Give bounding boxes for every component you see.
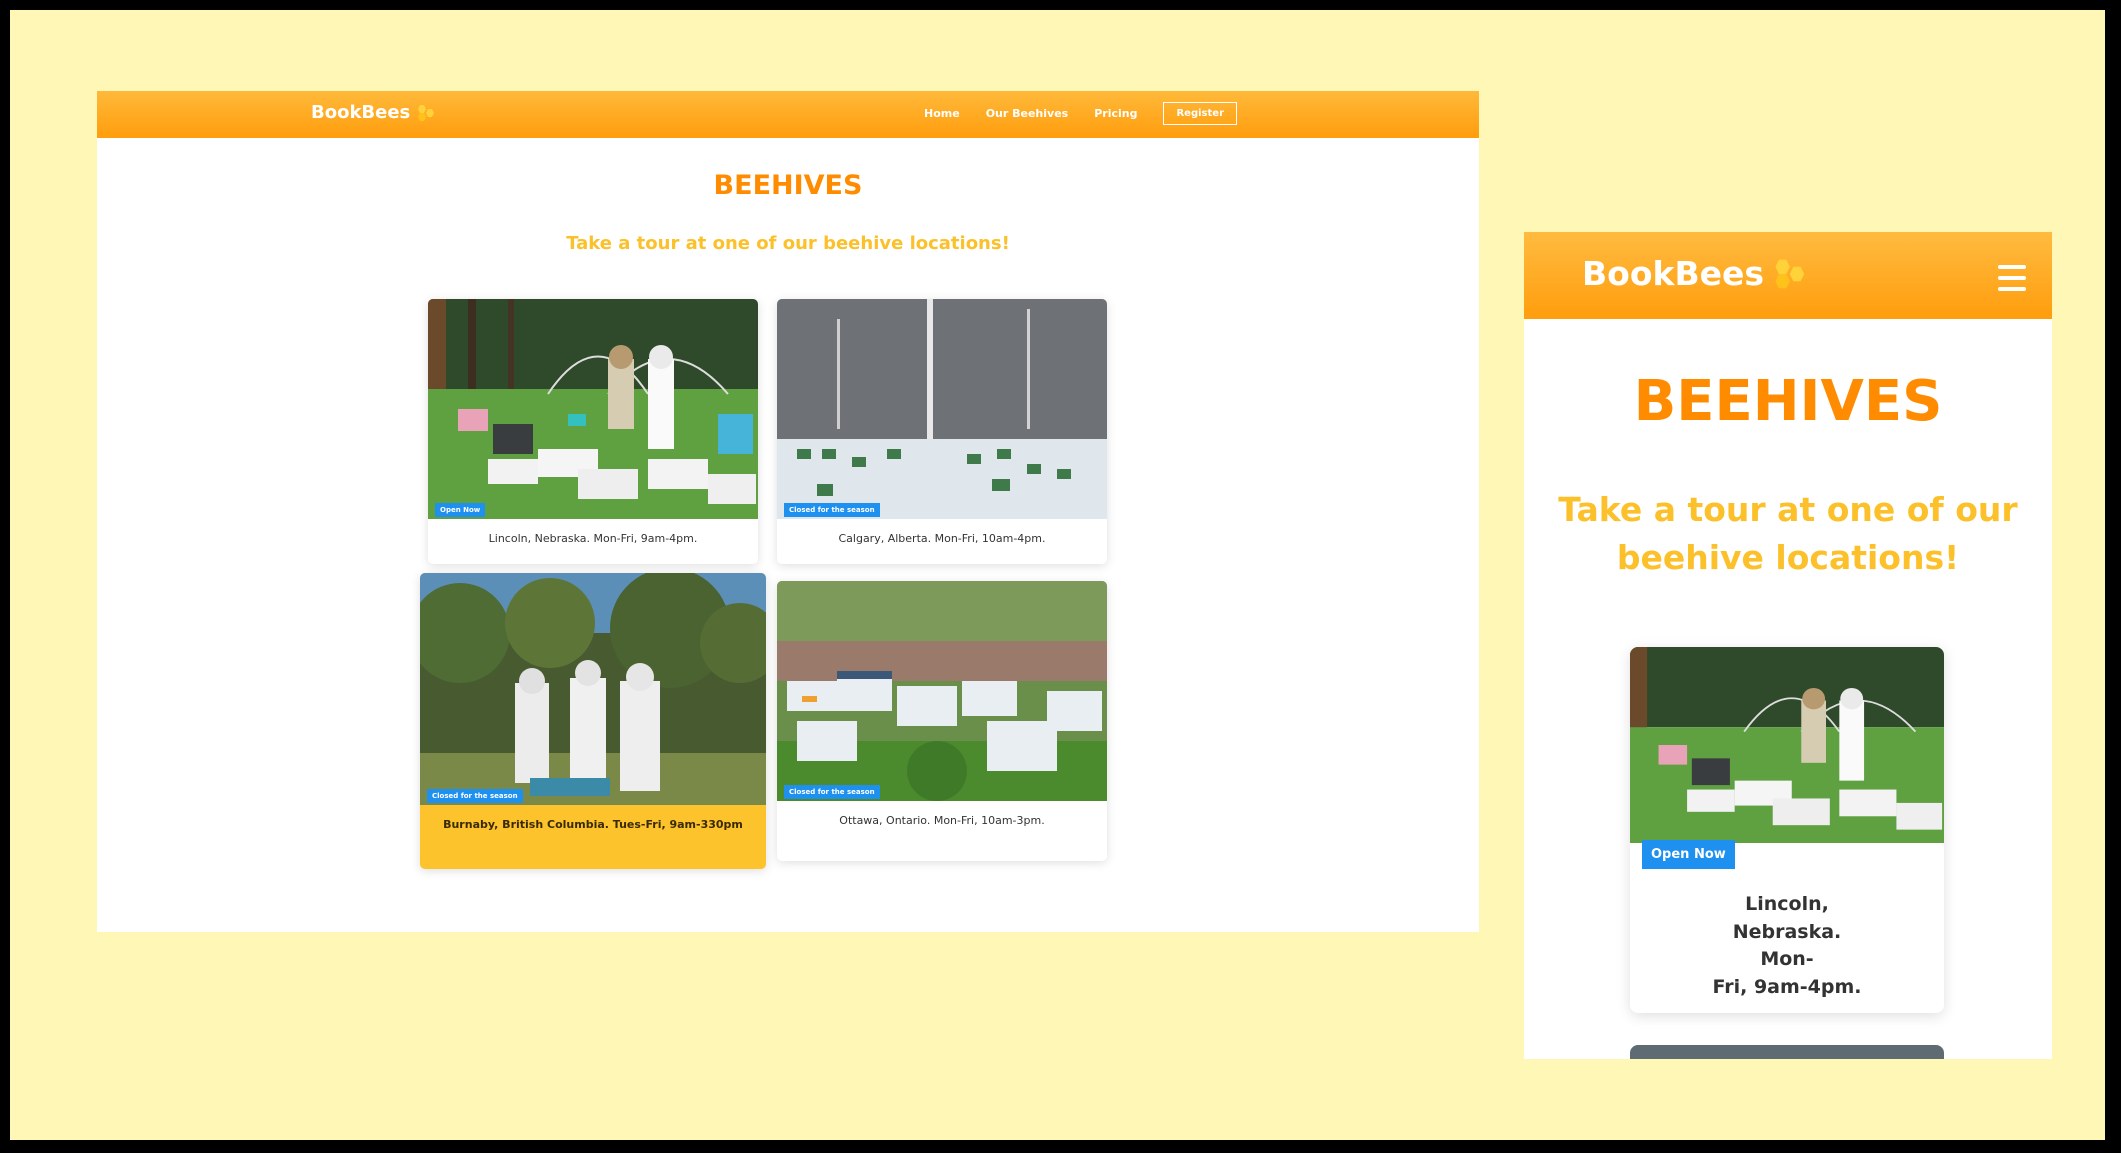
location-photo-lincoln: Open Now — [1630, 647, 1944, 869]
location-photo-calgary: Closed for the season — [777, 299, 1107, 519]
location-caption: Lincoln, Nebraska. Mon-Fri, 9am-4pm. — [488, 532, 698, 545]
location-card-lincoln[interactable]: Open Now Lincoln, Nebraska. Mon- Fri, 9a… — [1630, 647, 1944, 1013]
caption-line: Nebraska. Mon- — [1732, 920, 1842, 971]
nav-links: Home Our Beehives Pricing Register — [924, 102, 1237, 125]
brand-logo[interactable]: BookBees — [311, 102, 436, 123]
brand-name: BookBees — [311, 102, 411, 123]
caption-line: Lincoln, — [1745, 893, 1829, 915]
register-button[interactable]: Register — [1163, 102, 1237, 125]
status-badge: Open Now — [435, 503, 486, 517]
location-card-calgary-partial[interactable] — [1630, 1045, 1944, 1059]
page-subtitle: Take a tour at one of our beehive locati… — [1558, 490, 2018, 577]
navbar: BookBees Home Our Beehives Pricing Regis… — [97, 91, 1479, 138]
location-card-lincoln[interactable]: Open Now Lincoln, Nebraska. Mon-Fri, 9am… — [428, 299, 758, 564]
desktop-viewport: BookBees Home Our Beehives Pricing Regis… — [97, 91, 1479, 932]
page-title: BEEHIVES — [1633, 369, 1943, 434]
hamburger-menu-icon[interactable] — [1998, 265, 2026, 291]
location-card-burnaby[interactable]: Closed for the season Burnaby, British C… — [420, 573, 766, 869]
honeycomb-icon — [1775, 259, 1805, 288]
location-caption: Burnaby, British Columbia. Tues-Fri, 9am… — [443, 818, 743, 831]
presentation-backdrop: BookBees Home Our Beehives Pricing Regis… — [10, 10, 2107, 1140]
page-subtitle: Take a tour at one of our beehive locati… — [566, 233, 1010, 254]
status-badge: Closed for the season — [784, 785, 880, 799]
page-title: BEEHIVES — [713, 170, 863, 201]
location-caption: Ottawa, Ontario. Mon-Fri, 10am-3pm. — [839, 814, 1045, 827]
caption-line: Fri, 9am-4pm. — [1712, 975, 1862, 998]
nav-pricing-link[interactable]: Pricing — [1094, 107, 1137, 120]
nav-beehives-link[interactable]: Our Beehives — [986, 107, 1069, 120]
brand-logo[interactable]: BookBees — [1582, 254, 1808, 293]
brand-name: BookBees — [1582, 254, 1764, 293]
status-badge: Closed for the season — [784, 503, 880, 517]
mobile-viewport: BookBees BEEHIVES Take a tour at one of … — [1524, 232, 2052, 1059]
status-badge: Closed for the season — [427, 789, 523, 803]
location-card-calgary[interactable]: Closed for the season Calgary, Alberta. … — [777, 299, 1107, 564]
mobile-navbar: BookBees — [1524, 232, 2052, 319]
location-card-ottawa[interactable]: Closed for the season Ottawa, Ontario. M… — [777, 581, 1107, 861]
location-photo-lincoln: Open Now — [428, 299, 758, 519]
location-photo-ottawa: Closed for the season — [777, 581, 1107, 801]
location-caption: Calgary, Alberta. Mon-Fri, 10am-4pm. — [838, 532, 1046, 545]
status-badge: Open Now — [1642, 840, 1735, 869]
nav-home-link[interactable]: Home — [924, 107, 960, 120]
location-photo-burnaby: Closed for the season — [420, 573, 766, 805]
honeycomb-icon — [418, 104, 435, 121]
